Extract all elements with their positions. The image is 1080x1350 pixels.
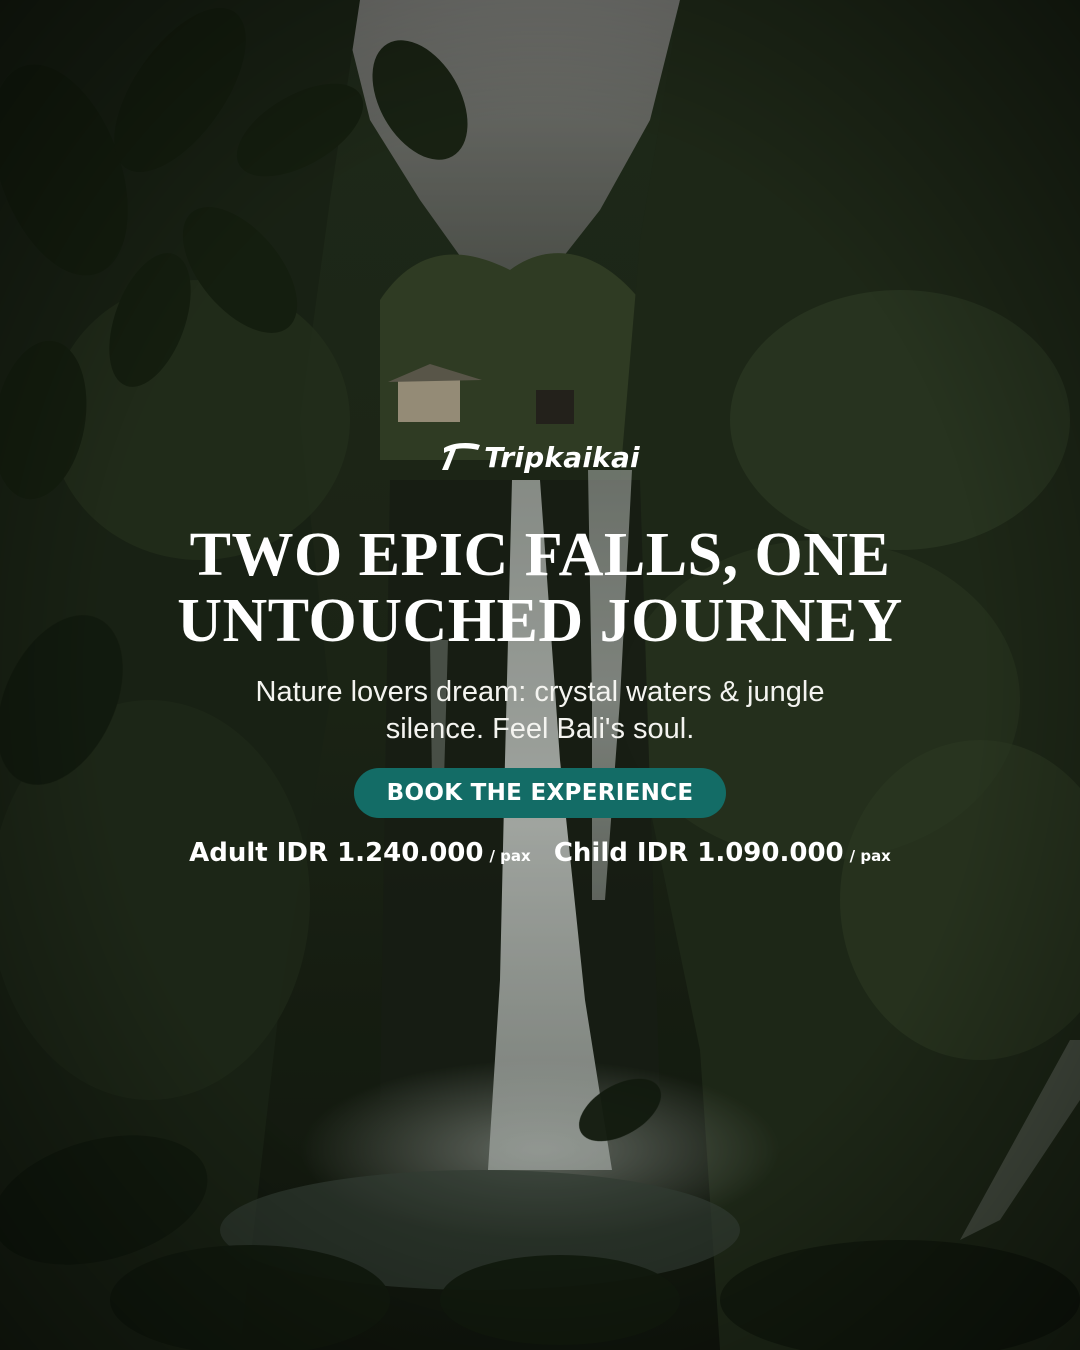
brand-logo-group: Tripkaikai — [440, 440, 640, 474]
pricing-row: Adult IDR 1.240.000 / pax Child IDR 1.090… — [0, 838, 1080, 868]
adult-price: Adult IDR 1.240.000 / pax — [189, 838, 531, 868]
adult-price-unit: / pax — [489, 847, 531, 865]
subtitle-line-2: silence. Feel Bali's soul. — [385, 713, 695, 745]
child-price: Child IDR 1.090.000 / pax — [554, 838, 891, 868]
brand-name: Tripkaikai — [484, 440, 640, 474]
headline-line-2: UNTOUCHED JOURNEY — [177, 587, 903, 655]
promo-poster: Tripkaikai TWO EPIC FALLS, ONE UNTOUCHED… — [0, 0, 1080, 1350]
subtitle: Nature lovers dream: crystal waters & ju… — [140, 674, 940, 748]
subtitle-line-1: Nature lovers dream: crystal waters & ju… — [255, 676, 825, 708]
book-experience-button[interactable]: BOOK THE EXPERIENCE — [354, 768, 726, 818]
headline: TWO EPIC FALLS, ONE UNTOUCHED JOURNEY — [90, 522, 990, 654]
adult-price-label: Adult IDR 1.240.000 — [189, 838, 484, 868]
brand-logo[interactable]: Tripkaikai — [0, 440, 1080, 479]
child-price-unit: / pax — [849, 847, 891, 865]
stylized-t-swoosh-icon — [442, 443, 481, 470]
poster-content: Tripkaikai TWO EPIC FALLS, ONE UNTOUCHED… — [0, 0, 1080, 1350]
child-price-label: Child IDR 1.090.000 — [553, 838, 844, 868]
headline-line-1: TWO EPIC FALLS, ONE — [189, 521, 891, 589]
